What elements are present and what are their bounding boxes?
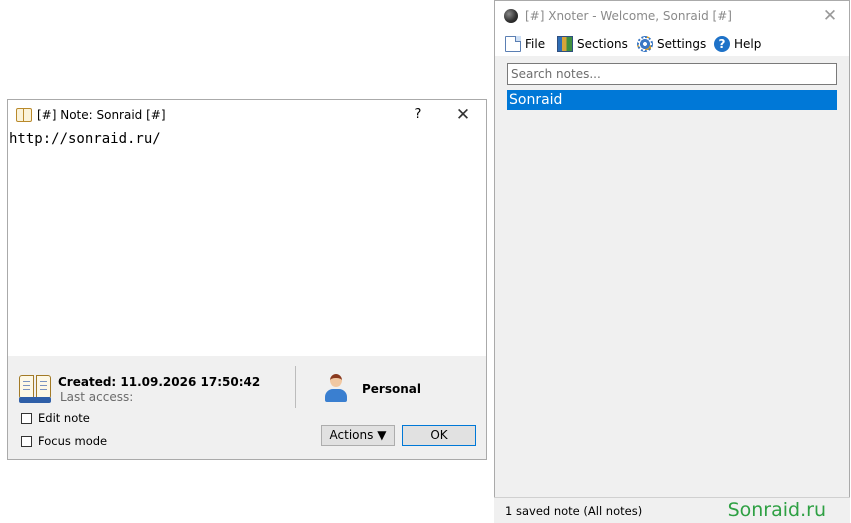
note-content-text: http://sonraid.ru/: [9, 131, 161, 147]
menu-file[interactable]: File: [505, 35, 545, 53]
note-window: [#] Note: Sonraid [#] ? ✕ http://sonraid…: [7, 99, 487, 460]
search-notes-input[interactable]: [507, 63, 837, 85]
help-icon: ?: [714, 36, 730, 52]
main-close-button[interactable]: ✕: [815, 2, 845, 30]
note-titlebar[interactable]: [#] Note: Sonraid [#] ? ✕: [8, 100, 486, 131]
focus-mode-checkbox-row[interactable]: Focus mode: [21, 434, 107, 448]
last-access-label: Last access:: [60, 390, 134, 404]
main-titlebar[interactable]: [#] Xnoter - Welcome, Sonraid [#] ✕: [495, 1, 849, 32]
edit-note-label: Edit note: [38, 411, 90, 425]
brand-label: Sonraid.ru: [727, 499, 826, 521]
menu-settings-label: Settings: [657, 37, 707, 51]
menu-help-label: Help: [734, 37, 762, 51]
section-label: Personal: [362, 382, 421, 396]
edit-note-checkbox-row[interactable]: Edit note: [21, 411, 90, 425]
actions-dropdown-button[interactable]: Actions ▼: [321, 425, 395, 446]
settings-icon: [637, 36, 653, 52]
focus-mode-label: Focus mode: [38, 434, 108, 448]
edit-note-checkbox[interactable]: [21, 412, 32, 424]
saved-notes-status: 1 saved note (All notes): [505, 504, 643, 518]
menu-sections[interactable]: Sections: [557, 35, 628, 53]
main-menubar: File Sections Settings ? Help: [495, 32, 849, 56]
user-icon: [325, 374, 347, 402]
ok-button[interactable]: OK: [402, 425, 476, 446]
info-divider: [295, 366, 296, 408]
menu-sections-label: Sections: [577, 37, 628, 51]
book-icon: [16, 108, 32, 122]
note-list-item[interactable]: Sonraid: [507, 90, 837, 110]
note-content-area[interactable]: http://sonraid.ru/: [8, 131, 486, 356]
main-statusbar: 1 saved note (All notes) Sonraid.ru: [494, 497, 850, 523]
menu-file-label: File: [525, 37, 546, 51]
note-book-icon: [19, 373, 51, 403]
focus-mode-checkbox[interactable]: [21, 435, 32, 447]
xnoter-app-icon: [504, 9, 518, 23]
sections-icon: [557, 36, 573, 52]
menu-settings[interactable]: Settings: [637, 35, 706, 53]
note-window-title: [#] Note: Sonraid [#]: [37, 108, 166, 122]
created-timestamp: Created: 11.09.2026 17:50:42: [58, 375, 261, 389]
note-close-button[interactable]: ✕: [448, 101, 478, 129]
file-icon: [505, 36, 521, 52]
main-window-title: [#] Xnoter - Welcome, Sonraid [#]: [525, 9, 732, 23]
note-help-button[interactable]: ?: [408, 101, 428, 129]
menu-help[interactable]: ? Help: [714, 35, 761, 53]
